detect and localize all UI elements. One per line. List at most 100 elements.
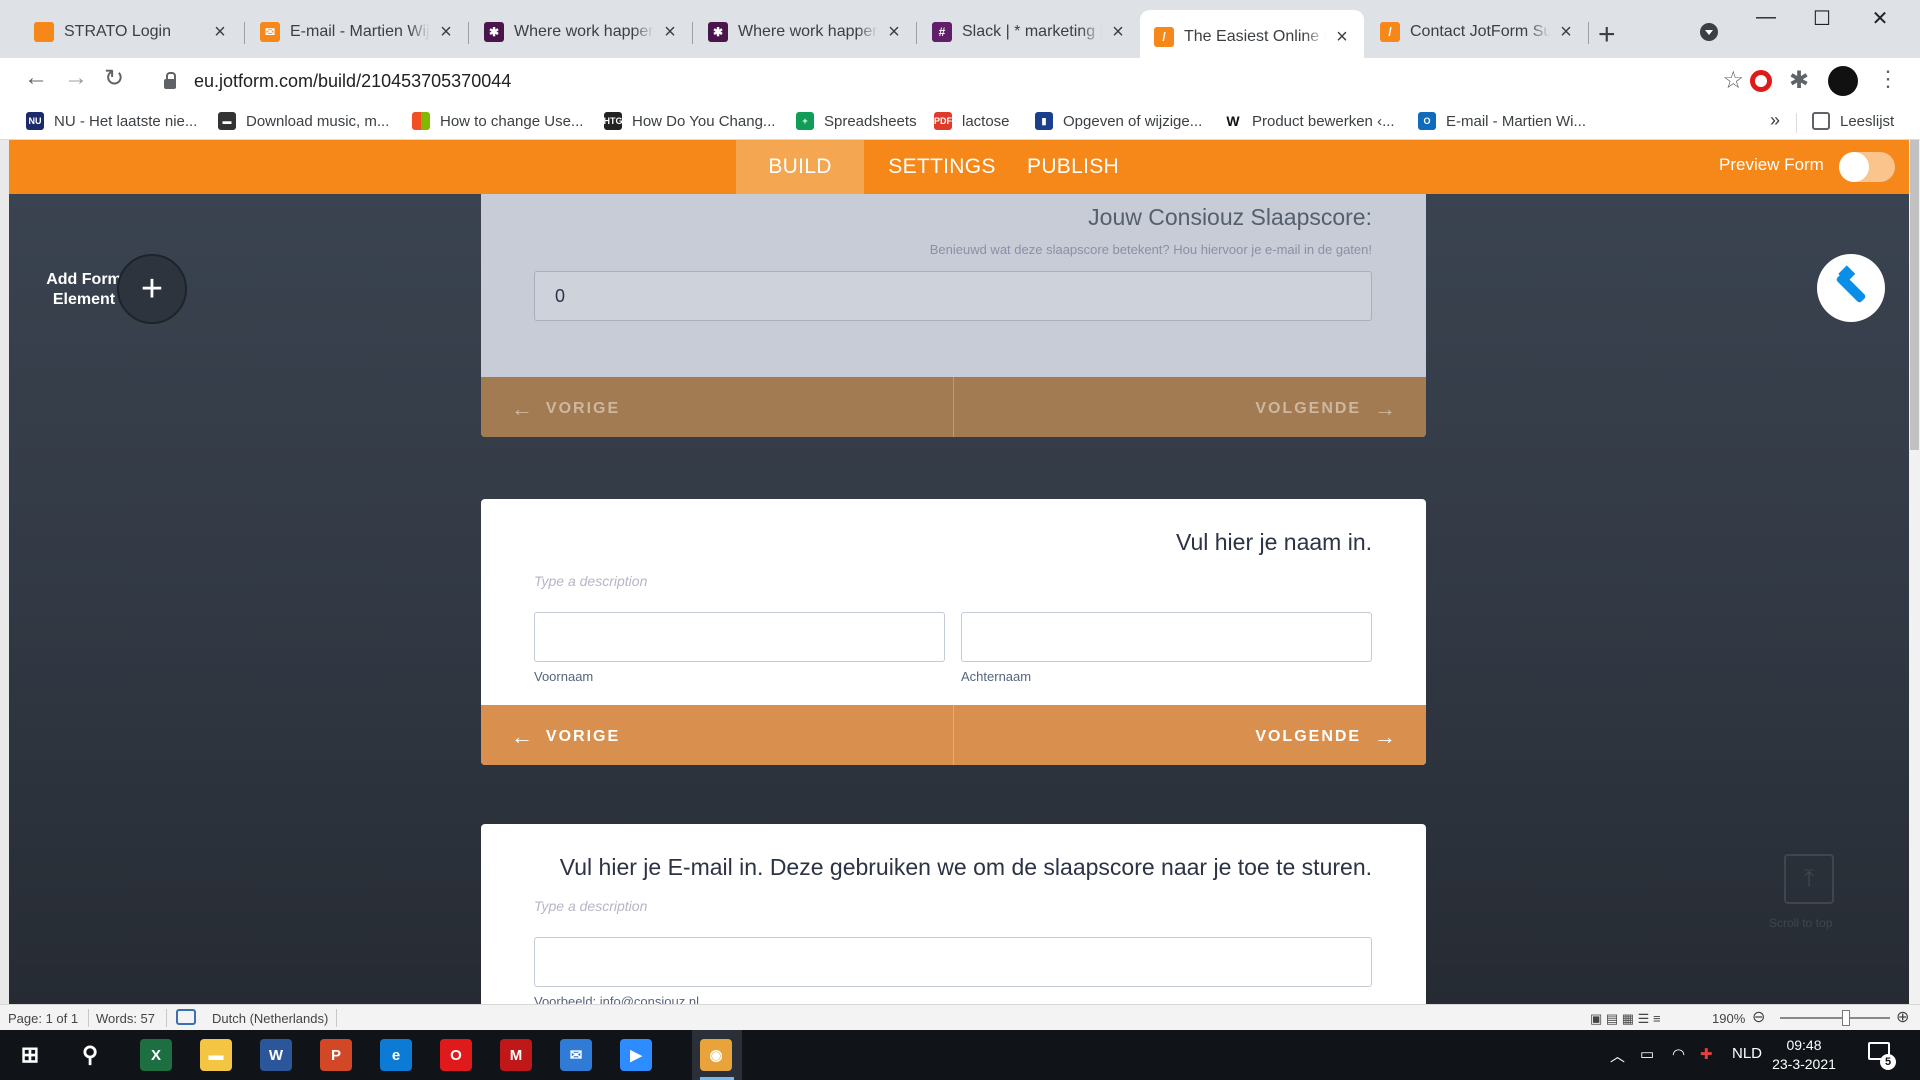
window-close-icon[interactable]: ✕ (1860, 6, 1900, 31)
reload-icon[interactable]: ↻ (104, 64, 124, 93)
close-icon[interactable]: × (1108, 21, 1128, 44)
extensions-puzzle-icon[interactable]: ✱ (1789, 66, 1809, 95)
email-field[interactable] (534, 937, 1372, 987)
back-icon[interactable]: ← (24, 64, 48, 92)
close-icon[interactable]: × (660, 21, 680, 44)
previous-button[interactable]: ← VORIGE (511, 724, 620, 750)
add-element-plus-icon[interactable]: + (117, 254, 187, 324)
bookmark-star-icon[interactable]: ☆ (1722, 66, 1744, 95)
browser-tab[interactable]: ✱ Where work happens | Slack × (470, 12, 692, 52)
tab-separator (692, 22, 693, 44)
clock[interactable]: 09:48 23-3-2021 (1764, 1036, 1844, 1074)
lock-icon[interactable] (164, 72, 176, 89)
score-question-card[interactable]: Jouw Consiouz Slaapscore: Benieuwd wat d… (481, 194, 1426, 437)
maximize-icon[interactable]: ☐ (1802, 6, 1842, 31)
profile-avatar[interactable] (1828, 66, 1858, 96)
url-text[interactable]: eu.jotform.com/build/210453705370044 (194, 71, 511, 92)
bookmark-item[interactable]: W Product bewerken ‹... (1224, 112, 1395, 130)
address-bar[interactable]: eu.jotform.com/build/210453705370044 ☆ (146, 62, 1744, 100)
file-explorer-icon[interactable]: ▬ (200, 1039, 232, 1071)
browser-tab[interactable]: STRATO Login × (20, 12, 242, 52)
previous-button[interactable]: ← VORIGE (511, 396, 620, 422)
opera-extension-icon[interactable] (1750, 70, 1772, 92)
opera-icon[interactable]: O (440, 1039, 472, 1071)
page-scrollbar-thumb[interactable] (1910, 140, 1919, 450)
browser-tab[interactable]: ✉ E-mail - Martien Wijnands - Outlook × (246, 12, 468, 52)
bookmarks-more-icon[interactable]: » (1770, 110, 1780, 131)
bookmark-item[interactable]: O E-mail - Martien Wi... (1418, 112, 1586, 130)
close-icon[interactable]: × (1332, 26, 1352, 49)
close-icon[interactable]: × (210, 21, 230, 44)
excel-icon[interactable]: X (140, 1039, 172, 1071)
email-question-label[interactable]: Vul hier je E-mail in. Deze gebruiken we… (560, 854, 1372, 881)
new-tab-plus-icon[interactable]: + (1598, 18, 1616, 52)
chrome-icon[interactable]: ◉ (700, 1039, 732, 1071)
zoom-icon[interactable]: ▶ (620, 1039, 652, 1071)
email-question-card[interactable]: Vul hier je E-mail in. Deze gebruiken we… (481, 824, 1426, 1004)
email-description-placeholder[interactable]: Type a description (534, 898, 647, 914)
wifi-icon[interactable]: ◠ (1672, 1045, 1685, 1063)
edge-icon[interactable]: e (380, 1039, 412, 1071)
powerpoint-icon[interactable]: P (320, 1039, 352, 1071)
tab-build[interactable]: BUILD (736, 140, 864, 194)
reading-list[interactable]: Leeslijst (1812, 112, 1894, 130)
mail-icon[interactable]: ✉ (560, 1039, 592, 1071)
zoom-in-icon[interactable]: ⊕ (1896, 1007, 1909, 1027)
bookmark-item[interactable]: HTG How Do You Chang... (604, 112, 775, 130)
scroll-to-top-label[interactable]: Scroll to top (1769, 916, 1832, 930)
browser-tab[interactable]: ✱ Where work happens | Slack × (694, 12, 916, 52)
bookmark-item[interactable]: NU NU - Het laatste nie... (26, 112, 197, 130)
mcafee-icon[interactable]: M (500, 1039, 532, 1071)
tray-chevron-icon[interactable]: ︿ (1610, 1045, 1625, 1066)
spelling-check-icon[interactable] (176, 1009, 196, 1025)
browser-tab[interactable]: # Slack | * marketing | Consiouz × (918, 12, 1140, 52)
first-name-field[interactable] (534, 612, 945, 662)
last-name-field[interactable] (961, 612, 1372, 662)
browser-tab-active[interactable]: / The Easiest Online Form Builder × (1140, 10, 1364, 64)
forward-icon[interactable]: → (64, 64, 88, 92)
reading-list-icon (1812, 112, 1830, 130)
tab-search-icon[interactable] (1700, 23, 1718, 41)
form-designer-wand-icon[interactable] (1817, 254, 1885, 322)
zoom-slider[interactable] (1780, 1017, 1890, 1019)
language-indicator[interactable]: Dutch (Netherlands) (212, 1011, 328, 1026)
add-form-element-label[interactable]: Add Form Element (39, 270, 129, 310)
name-description-placeholder[interactable]: Type a description (534, 573, 647, 589)
sheets-icon: + (796, 112, 814, 130)
zoom-level[interactable]: 190% (1712, 1011, 1745, 1026)
arrow-right-icon: → (1374, 396, 1396, 421)
minimize-icon[interactable]: — (1746, 6, 1786, 29)
next-button[interactable]: VOLGENDE → (1255, 724, 1396, 750)
strato-icon (34, 22, 54, 42)
score-value-field[interactable]: 0 (534, 271, 1372, 321)
antivirus-tray-icon[interactable]: ✚ (1700, 1045, 1713, 1063)
browser-tab[interactable]: / Contact JotForm Support × (1366, 12, 1588, 52)
tab-publish[interactable]: PUBLISH (1013, 140, 1133, 194)
next-button[interactable]: VOLGENDE → (1255, 396, 1396, 422)
preview-form-toggle[interactable] (1839, 152, 1895, 182)
battery-icon[interactable]: ▭ (1640, 1045, 1654, 1063)
word-count[interactable]: Words: 57 (96, 1011, 155, 1026)
bookmark-item[interactable]: How to change Use... (412, 112, 583, 130)
zoom-slider-knob[interactable] (1842, 1010, 1850, 1026)
close-icon[interactable]: × (436, 21, 456, 44)
windows-start-icon[interactable]: ⊞ (14, 1039, 46, 1071)
input-language[interactable]: NLD (1732, 1045, 1762, 1062)
name-question-label[interactable]: Vul hier je naam in. (1176, 529, 1372, 556)
name-question-card[interactable]: Vul hier je naam in. Type a description … (481, 499, 1426, 765)
close-icon[interactable]: × (884, 21, 904, 44)
tab-settings[interactable]: SETTINGS (879, 140, 1005, 194)
search-icon[interactable]: ⚲ (74, 1039, 106, 1071)
menu-kebab-icon[interactable]: ⋮ (1877, 66, 1899, 92)
bookmark-item[interactable]: ▬ Download music, m... (218, 112, 389, 130)
scroll-to-top-icon[interactable]: ⤒ (1784, 854, 1834, 904)
bookmark-item[interactable]: ▮ Opgeven of wijzige... (1035, 112, 1202, 130)
view-mode-icons[interactable]: ▣ ▤ ▦ ☰ ≡ (1590, 1011, 1661, 1027)
word-icon[interactable]: W (260, 1039, 292, 1071)
bookmark-item[interactable]: + Spreadsheets (796, 112, 917, 130)
jotform-icon: / (1154, 27, 1174, 47)
close-icon[interactable]: × (1556, 21, 1576, 44)
page-count[interactable]: Page: 1 of 1 (8, 1011, 78, 1026)
bookmark-item[interactable]: PDF lactose (934, 112, 1010, 130)
zoom-out-icon[interactable]: ⊖ (1752, 1007, 1765, 1027)
